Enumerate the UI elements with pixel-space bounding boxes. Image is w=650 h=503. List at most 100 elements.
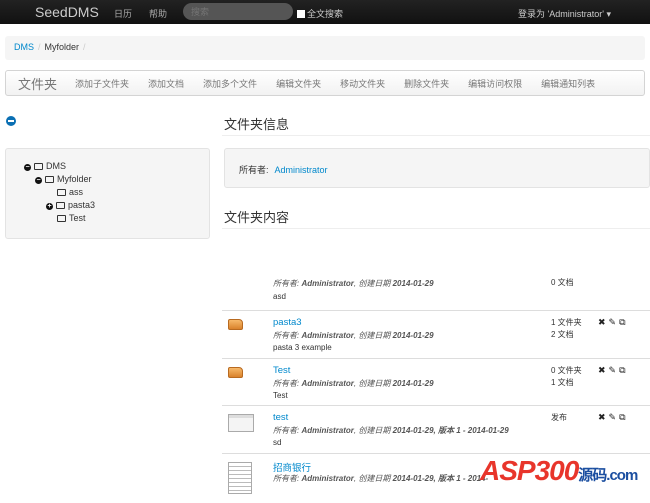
content-row: test 所有者: Administrator, 创建日期 2014-01-29… bbox=[222, 405, 650, 453]
row-status: 1 文件夹 bbox=[551, 318, 582, 327]
tree-node-dms[interactable]: − DMS bbox=[24, 161, 66, 171]
folder-toolbar: 文件夹 添加子文件夹 添加文档 添加多个文件 编辑文件夹 移动文件夹 删除文件夹… bbox=[5, 70, 645, 96]
owner: Administrator bbox=[301, 426, 354, 435]
row-status-list: 发布 bbox=[551, 412, 567, 424]
delete-icon[interactable]: ✖ bbox=[598, 365, 609, 375]
folder-info-title: 文件夹信息 bbox=[224, 117, 290, 132]
checkbox-icon[interactable] bbox=[297, 10, 305, 18]
folder-icon bbox=[57, 189, 66, 196]
breadcrumb-separator: / bbox=[38, 42, 41, 52]
move-folder[interactable]: 移动文件夹 bbox=[340, 77, 385, 90]
delete-icon[interactable]: ✖ bbox=[598, 412, 609, 422]
row-status: 1 文档 bbox=[551, 378, 574, 387]
edit-folder[interactable]: 编辑文件夹 bbox=[276, 77, 321, 90]
row-meta: 所有者: Administrator, 创建日期 2014-01-29, 版本 … bbox=[273, 426, 509, 435]
document-thumbnail-icon[interactable] bbox=[228, 462, 252, 494]
date: 2014-01-29 bbox=[392, 331, 434, 340]
watermark-logo: ASP300源码.com bbox=[480, 455, 638, 486]
brand[interactable]: SeedDMS bbox=[35, 4, 99, 20]
nav-help[interactable]: 帮助 bbox=[149, 7, 167, 20]
toolbar-title: 文件夹 bbox=[18, 76, 58, 92]
edit-icon[interactable]: ✎ bbox=[609, 317, 620, 327]
row-meta: 所有者: Administrator, 创建日期 2014-01-29 bbox=[273, 379, 434, 388]
folder-icon bbox=[45, 176, 54, 183]
date-label: 创建日期 bbox=[358, 279, 391, 288]
row-description: asd bbox=[273, 292, 286, 301]
fulltext-checkbox[interactable]: 全文搜索 bbox=[297, 7, 343, 20]
copy-icon[interactable]: ⧉ bbox=[619, 412, 628, 422]
tree-label: Test bbox=[69, 213, 86, 223]
tree-label: DMS bbox=[46, 161, 66, 171]
owner: Administrator bbox=[301, 379, 354, 388]
copy-icon[interactable]: ⧉ bbox=[619, 365, 628, 375]
row-name-link[interactable]: pasta3 bbox=[273, 317, 302, 328]
search-input[interactable] bbox=[183, 3, 293, 20]
folder-icon[interactable] bbox=[228, 367, 243, 378]
fulltext-label: 全文搜索 bbox=[307, 9, 344, 19]
row-status-list: 0 文档 bbox=[551, 277, 574, 289]
row-status: 2 文档 bbox=[551, 330, 574, 339]
add-subfolder[interactable]: 添加子文件夹 bbox=[75, 77, 129, 90]
user-menu[interactable]: 登录为 'Administrator' ▾ bbox=[518, 7, 611, 20]
add-document[interactable]: 添加文档 bbox=[148, 77, 184, 90]
edit-notify[interactable]: 编辑通知列表 bbox=[541, 77, 595, 90]
folder-icon bbox=[34, 163, 43, 170]
breadcrumb: DMS / Myfolder / bbox=[5, 36, 645, 60]
collapse-icon[interactable]: − bbox=[24, 164, 31, 171]
tree-node-pasta3[interactable]: + pasta3 bbox=[46, 200, 95, 210]
row-name-link[interactable]: 招商银行 bbox=[273, 460, 311, 474]
folder-icon bbox=[57, 215, 66, 222]
collapse-icon[interactable]: − bbox=[35, 177, 42, 184]
edit-icon[interactable]: ✎ bbox=[609, 412, 620, 422]
date-label: 创建日期 bbox=[358, 331, 391, 340]
top-navbar: SeedDMS 日历 帮助 全文搜索 登录为 'Administrator' ▾ bbox=[0, 0, 650, 24]
folder-icon[interactable] bbox=[228, 319, 243, 330]
row-meta: 所有者: Administrator, 创建日期 2014-01-29, 版本 … bbox=[273, 474, 489, 483]
row-description: pasta 3 example bbox=[273, 343, 332, 352]
row-meta: 所有者: Administrator, 创建日期 2014-01-29 bbox=[273, 279, 434, 288]
row-status: 0 文档 bbox=[551, 278, 574, 287]
owner-label: 所有者: bbox=[273, 379, 300, 388]
owner-link[interactable]: Administrator bbox=[275, 165, 328, 175]
edit-icon[interactable]: ✎ bbox=[609, 365, 620, 375]
row-actions: ✖✎⧉ bbox=[598, 412, 629, 423]
owner: Administrator bbox=[301, 474, 354, 483]
owner-label: 所有者: bbox=[273, 426, 300, 435]
row-meta: 所有者: Administrator, 创建日期 2014-01-29 bbox=[273, 331, 434, 340]
folder-tree: − DMS − Myfolder ass + pasta3 Test bbox=[5, 148, 210, 239]
document-thumbnail-icon[interactable] bbox=[228, 414, 254, 432]
delete-icon[interactable]: ✖ bbox=[598, 317, 609, 327]
breadcrumb-myfolder: Myfolder bbox=[44, 42, 80, 52]
row-description: sd bbox=[273, 438, 282, 447]
row-name-link[interactable]: test bbox=[273, 412, 288, 423]
nav-calendar[interactable]: 日历 bbox=[114, 7, 132, 20]
owner: Administrator bbox=[301, 279, 354, 288]
date-label: 创建日期 bbox=[358, 474, 391, 483]
row-status-list: 0 文件夹 1 文档 bbox=[551, 365, 582, 389]
content-row: Test 所有者: Administrator, 创建日期 2014-01-29… bbox=[222, 358, 650, 405]
tree-node-test[interactable]: Test bbox=[57, 213, 86, 223]
row-status: 0 文件夹 bbox=[551, 366, 582, 375]
folder-content-title: 文件夹内容 bbox=[224, 210, 290, 225]
tree-label: ass bbox=[69, 187, 84, 197]
content-row: pasta3 所有者: Administrator, 创建日期 2014-01-… bbox=[222, 310, 650, 358]
breadcrumb-dms[interactable]: DMS bbox=[14, 42, 34, 52]
edit-access[interactable]: 编辑访问权限 bbox=[468, 77, 522, 90]
row-description: Test bbox=[273, 391, 288, 400]
owner-label: 所有者: bbox=[273, 474, 300, 483]
tree-label: pasta3 bbox=[68, 200, 96, 210]
row-name-link[interactable]: Test bbox=[273, 365, 290, 376]
delete-folder[interactable]: 删除文件夹 bbox=[404, 77, 449, 90]
version: , 版本 1 - 2014-01-29 bbox=[433, 426, 509, 435]
tree-node-myfolder[interactable]: − Myfolder bbox=[35, 174, 92, 184]
row-actions: ✖✎⧉ bbox=[598, 317, 629, 328]
owner-label: 所有者: bbox=[239, 165, 269, 175]
tree-node-ass[interactable]: ass bbox=[57, 187, 83, 197]
divider bbox=[222, 228, 650, 229]
folder-icon bbox=[56, 202, 65, 209]
add-multiple-files[interactable]: 添加多个文件 bbox=[203, 77, 257, 90]
expand-icon[interactable]: + bbox=[46, 203, 53, 210]
owner-label: 所有者: bbox=[273, 279, 300, 288]
copy-icon[interactable]: ⧉ bbox=[619, 317, 628, 327]
collapse-icon[interactable] bbox=[6, 116, 16, 126]
